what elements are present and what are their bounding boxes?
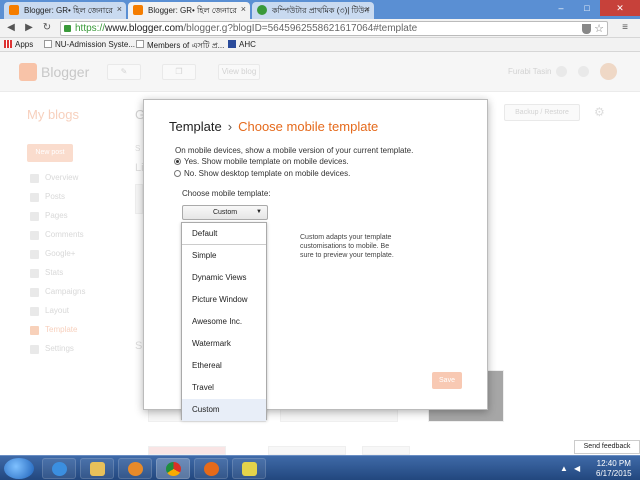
page-icon	[44, 40, 52, 48]
bookmarks-bar: Apps NU-Admission Syste... Members of এস…	[0, 38, 640, 52]
page-icon	[136, 40, 144, 48]
clock-date: 6/17/2015	[596, 469, 632, 478]
maximize-button[interactable]: □	[574, 0, 600, 16]
tab-title: কম্পিউটার প্রাথমিক (৩)| টিউন	[272, 6, 370, 15]
site-favicon-icon	[257, 5, 267, 15]
minimize-button[interactable]: –	[548, 0, 574, 16]
taskbar-app[interactable]	[232, 458, 266, 479]
reload-icon[interactable]: ↻	[40, 21, 54, 35]
clock-time: 12:40 PM	[596, 459, 631, 468]
taskbar-chrome[interactable]	[156, 458, 190, 479]
bookmark-apps[interactable]: Apps	[4, 40, 33, 49]
radio-no-mobile[interactable]: No. Show desktop template on mobile devi…	[174, 169, 350, 180]
taskbar-ie[interactable]	[42, 458, 76, 479]
page-title: Choose mobile template	[238, 119, 379, 134]
lock-icon	[64, 25, 71, 32]
radio-unchecked-icon[interactable]	[174, 170, 181, 177]
folder-icon	[90, 462, 105, 476]
choose-template-label: Choose mobile template:	[182, 189, 271, 198]
browser-tab-2[interactable]: Blogger: GR• হিল জেনারে ×	[128, 2, 250, 19]
forward-icon[interactable]: ▶	[22, 21, 36, 35]
tab-title: Blogger: GR• হিল জেনারে	[148, 6, 237, 15]
network-icon[interactable]: ▲	[560, 464, 568, 473]
menu-item-dynamic-views[interactable]: Dynamic Views	[182, 267, 266, 289]
taskbar-firefox[interactable]	[194, 458, 228, 479]
windows-taskbar: ▲ ◀ 12:40 PM 6/17/2015	[0, 455, 640, 480]
chrome-icon	[166, 462, 181, 476]
send-feedback-button[interactable]: Send feedback	[574, 440, 640, 454]
mobile-template-select[interactable]: Custom ▼	[182, 205, 268, 220]
save-button[interactable]: Save	[432, 372, 462, 389]
close-tab-icon[interactable]: ×	[241, 4, 246, 14]
menu-item-ethereal[interactable]: Ethereal	[182, 355, 266, 377]
menu-item-simple[interactable]: Simple	[182, 245, 266, 267]
media-player-icon	[128, 462, 143, 476]
ahc-favicon-icon	[228, 40, 236, 48]
breadcrumb-separator: ›	[227, 119, 233, 134]
browser-toolbar: ◀ ▶ ↻ https://www.blogger.com/blogger.g?…	[0, 19, 640, 38]
browser-tab-3[interactable]: কম্পিউটার প্রাথমিক (৩)| টিউন ×	[252, 2, 374, 19]
firefox-icon	[204, 462, 219, 476]
close-tab-icon[interactable]: ×	[117, 4, 122, 14]
blogger-favicon-icon	[133, 5, 143, 15]
internet-explorer-icon	[52, 462, 67, 476]
menu-item-watermark[interactable]: Watermark	[182, 333, 266, 355]
close-tab-icon[interactable]: ×	[365, 4, 370, 14]
chevron-down-icon: ▼	[256, 209, 262, 215]
bookmark-nu-admission[interactable]: NU-Admission Syste...	[44, 40, 135, 49]
apps-grid-icon	[4, 40, 12, 48]
template-help-text: Custom adapts your template customisatio…	[300, 234, 394, 259]
menu-item-custom[interactable]: Custom	[182, 399, 266, 421]
shield-icon[interactable]	[582, 24, 591, 34]
back-icon[interactable]: ◀	[4, 21, 18, 35]
menu-item-travel[interactable]: Travel	[182, 377, 266, 399]
radio-checked-icon[interactable]	[174, 158, 181, 165]
menu-icon[interactable]: ≡	[618, 21, 632, 35]
app-icon	[242, 462, 257, 476]
tab-title: Blogger: GR• হিল জেনারে	[24, 6, 113, 15]
system-clock[interactable]: 12:40 PM 6/17/2015	[596, 459, 632, 479]
bookmark-ahc[interactable]: AHC	[228, 40, 256, 49]
menu-item-picture-window[interactable]: Picture Window	[182, 289, 266, 311]
taskbar-media-player[interactable]	[118, 458, 152, 479]
taskbar-explorer[interactable]	[80, 458, 114, 479]
breadcrumb-template: Template	[169, 119, 222, 134]
dialog-title: Template › Choose mobile template	[169, 119, 378, 134]
url-text: https://www.blogger.com/blogger.g?blogID…	[75, 23, 418, 34]
blogger-favicon-icon	[9, 5, 19, 15]
browser-tab-1[interactable]: Blogger: GR• হিল জেনারে ×	[4, 2, 126, 19]
mobile-template-dialog: Template › Choose mobile template On mobil…	[143, 99, 488, 421]
volume-icon[interactable]: ◀	[574, 464, 580, 473]
address-bar[interactable]: https://www.blogger.com/blogger.g?blogID…	[60, 21, 608, 36]
radio-yes-mobile[interactable]: Yes. Show mobile template on mobile devi…	[174, 157, 349, 168]
tab-strip: Blogger: GR• হিল জেনারে × Blogger: GR• হ…	[0, 0, 640, 19]
menu-item-awesome-inc[interactable]: Awesome Inc.	[182, 311, 266, 333]
close-window-button[interactable]: ✕	[600, 0, 640, 16]
dialog-description: On mobile devices, show a mobile version…	[175, 146, 414, 155]
star-icon[interactable]: ☆	[594, 22, 604, 35]
template-dropdown-menu: Default Simple Dynamic Views Picture Win…	[181, 222, 267, 421]
start-button[interactable]	[4, 458, 34, 479]
menu-item-default[interactable]: Default	[182, 223, 266, 245]
